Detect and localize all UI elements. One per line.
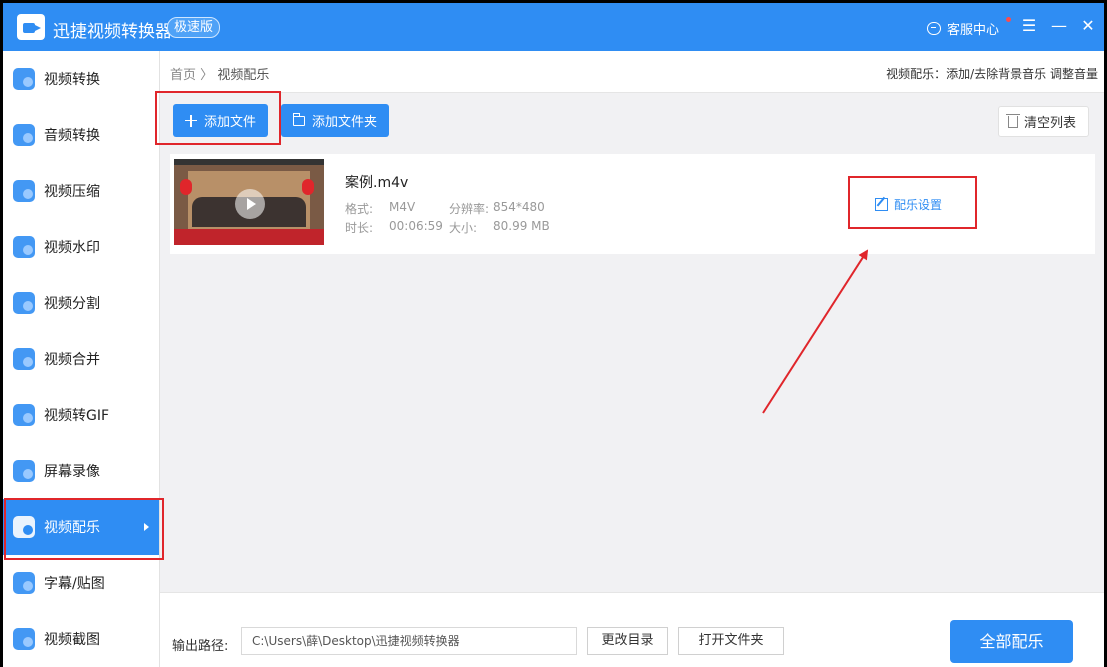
lantern-decoration <box>180 179 192 195</box>
size-value: 80.99 MB <box>493 219 550 233</box>
apply-all-music-button[interactable]: 全部配乐 <box>950 620 1073 663</box>
edition-badge: 极速版 <box>167 17 221 38</box>
add-folder-button[interactable]: 添加文件夹 <box>281 104 390 137</box>
folder-icon <box>293 112 305 126</box>
music-settings-button[interactable]: 配乐设置 <box>875 196 942 213</box>
breadcrumb: 首页 〉 视频配乐 <box>170 64 269 83</box>
output-path-label: 输出路径: <box>172 639 229 654</box>
chat-bubble-icon <box>927 21 941 35</box>
plus-icon <box>185 114 197 127</box>
play-icon[interactable] <box>235 189 265 219</box>
sidebar-item-label: 视频压缩 <box>44 184 100 200</box>
sidebar-item-label: 屏幕录像 <box>44 464 100 480</box>
sidebar-item-label: 视频水印 <box>44 240 100 256</box>
screen-record-icon <box>13 460 35 482</box>
audio-convert-icon <box>13 124 35 146</box>
breadcrumb-home[interactable]: 首页 <box>170 68 196 83</box>
close-button[interactable]: ✕ <box>1077 15 1099 37</box>
sidebar-item-label: 视频分割 <box>44 296 100 312</box>
format-value: M4V <box>389 200 416 214</box>
video-compress-icon <box>13 180 35 202</box>
edit-icon <box>875 198 888 211</box>
lantern-decoration <box>302 179 314 195</box>
sidebar-item-label: 音频转换 <box>44 128 100 144</box>
sidebar-item-video-merge[interactable]: 视频合并 <box>3 331 159 387</box>
notification-dot <box>1006 17 1011 22</box>
add-file-label: 添加文件 <box>204 115 257 130</box>
sidebar-item-video-watermark[interactable]: 视频水印 <box>3 219 159 275</box>
annotation-arrow <box>762 249 869 414</box>
subtitle-sticker-icon <box>13 572 35 594</box>
title-bar: 迅捷视频转换器 极速版 客服中心 ☰ — ✕ <box>3 3 1104 51</box>
sidebar-item-video-convert[interactable]: 视频转换 <box>3 51 159 107</box>
app-window: 迅捷视频转换器 极速版 客服中心 ☰ — ✕ 视频转换 音频转换 视频压缩 视频… <box>3 3 1104 667</box>
clear-list-button[interactable]: 清空列表 <box>998 106 1089 137</box>
open-folder-button[interactable]: 打开文件夹 <box>678 627 784 655</box>
video-convert-icon <box>13 68 35 90</box>
sidebar-item-video-music[interactable]: 视频配乐 <box>3 499 159 555</box>
clear-list-label: 清空列表 <box>1024 116 1077 131</box>
sidebar-item-video-compress[interactable]: 视频压缩 <box>3 163 159 219</box>
feature-hint: 视频配乐：添加/去除背景音乐 调整音量 <box>886 67 1098 81</box>
sidebar-item-screen-record[interactable]: 屏幕录像 <box>3 443 159 499</box>
breadcrumb-bar: 首页 〉 视频配乐 视频配乐：添加/去除背景音乐 调整音量 <box>160 51 1104 93</box>
size-label: 大小: <box>449 221 478 235</box>
add-file-button[interactable]: 添加文件 <box>173 104 269 137</box>
breadcrumb-separator: 〉 <box>200 68 214 83</box>
sidebar-item-video-split[interactable]: 视频分割 <box>3 275 159 331</box>
sidebar-item-label: 视频合并 <box>44 352 100 368</box>
sidebar: 视频转换 音频转换 视频压缩 视频水印 视频分割 视频合并 视频转GIF 屏幕录… <box>3 51 160 667</box>
bottom-bar: 输出路径: C:\Users\薛\Desktop\迅捷视频转换器 更改目录 打开… <box>160 592 1104 667</box>
resolution-label: 分辨率: <box>449 202 490 216</box>
resolution-value: 854*480 <box>493 200 545 214</box>
music-settings-label: 配乐设置 <box>894 198 943 212</box>
sidebar-item-subtitle-sticker[interactable]: 字幕/贴图 <box>3 555 159 611</box>
caret-right-icon <box>144 523 149 531</box>
file-list-item[interactable]: 案例.m4v 格式: M4V 分辨率: 854*480 时长: 00:06:59… <box>170 154 1095 254</box>
video-thumbnail[interactable] <box>174 159 324 250</box>
sidebar-item-label: 字幕/贴图 <box>44 576 105 592</box>
duration-value: 00:06:59 <box>389 219 443 233</box>
sidebar-item-label: 视频截图 <box>44 632 100 648</box>
video-music-icon <box>13 516 35 538</box>
file-name: 案例.m4v <box>345 175 409 191</box>
gif-icon <box>13 404 35 426</box>
app-title: 迅捷视频转换器 <box>53 22 172 42</box>
video-split-icon <box>13 292 35 314</box>
duration-label: 时长: <box>345 221 374 235</box>
customer-service-label: 客服中心 <box>947 22 1000 38</box>
video-merge-icon <box>13 348 35 370</box>
format-label: 格式: <box>345 202 374 216</box>
video-screenshot-icon <box>13 628 35 650</box>
customer-service-button[interactable]: 客服中心 <box>927 19 1000 38</box>
minimize-button[interactable]: — <box>1048 15 1070 37</box>
app-logo-icon <box>17 14 45 40</box>
add-folder-label: 添加文件夹 <box>312 115 378 130</box>
sidebar-item-label: 视频转GIF <box>44 408 110 424</box>
menu-button[interactable]: ☰ <box>1018 15 1040 37</box>
video-watermark-icon <box>13 236 35 258</box>
sidebar-item-label: 视频转换 <box>44 72 100 88</box>
output-path-input[interactable]: C:\Users\薛\Desktop\迅捷视频转换器 <box>241 627 577 655</box>
trash-icon <box>1006 113 1020 128</box>
sidebar-item-audio-convert[interactable]: 音频转换 <box>3 107 159 163</box>
sidebar-item-video-to-gif[interactable]: 视频转GIF <box>3 387 159 443</box>
sidebar-item-label: 视频配乐 <box>44 520 100 536</box>
sidebar-item-video-screenshot[interactable]: 视频截图 <box>3 611 159 667</box>
breadcrumb-current: 视频配乐 <box>217 68 270 83</box>
change-directory-button[interactable]: 更改目录 <box>587 627 668 655</box>
